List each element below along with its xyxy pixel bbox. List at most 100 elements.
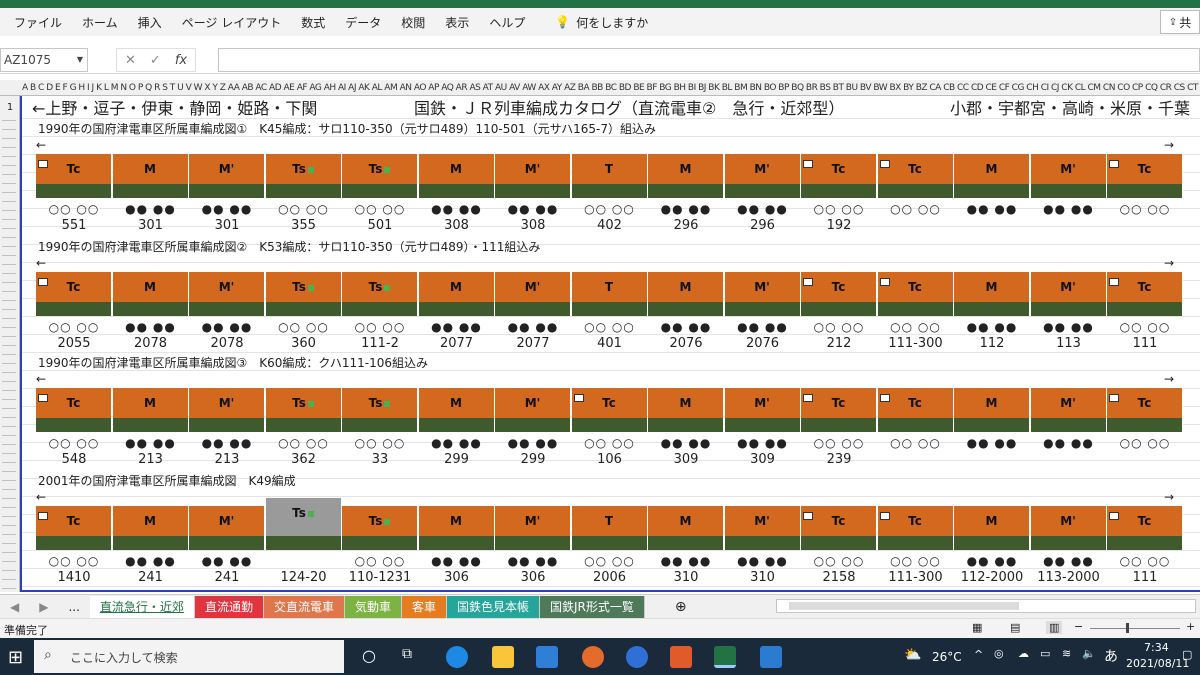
row-header[interactable]: 1	[0, 96, 20, 592]
volume-icon[interactable]: 🔈	[1082, 647, 1096, 660]
car-number[interactable]: 301	[189, 218, 265, 233]
car-number[interactable]: 2076	[725, 336, 801, 351]
car-number[interactable]: 2078	[189, 336, 265, 351]
sheet-tab[interactable]: 交直流電車	[263, 595, 345, 618]
car-number[interactable]: 2158	[801, 570, 877, 585]
formula-input[interactable]	[218, 48, 1200, 72]
horizontal-scrollbar[interactable]	[776, 599, 1196, 613]
add-sheet-icon[interactable]: ⊕	[665, 596, 697, 618]
zoom-in-icon[interactable]: +	[1186, 620, 1195, 633]
battery-icon[interactable]: ▭	[1040, 647, 1050, 660]
tab-scroll-right[interactable]: ▶	[29, 596, 58, 618]
excel-icon[interactable]	[714, 646, 736, 668]
sheet-tab[interactable]: 気動車	[344, 595, 402, 618]
car-number[interactable]: 551	[36, 218, 112, 233]
car-number[interactable]: 306	[495, 570, 571, 585]
tell-me-box[interactable]: 💡 何をしますか	[555, 14, 648, 31]
menu-insert[interactable]: 挿入	[128, 14, 172, 31]
car-number[interactable]: 360	[266, 336, 342, 351]
menu-file[interactable]: ファイル	[4, 14, 72, 31]
car-number[interactable]: 2055	[36, 336, 112, 351]
cortana-icon[interactable]: ○	[362, 646, 376, 665]
media-icon[interactable]	[670, 646, 692, 668]
zoom-thumb[interactable]	[1126, 623, 1129, 633]
page-break-view-icon[interactable]: ▥	[1046, 621, 1063, 634]
tab-scroll-left[interactable]: ◀	[0, 596, 29, 618]
column-header[interactable]: A B C D E F G H I J K L M N O P Q R S T …	[0, 80, 1200, 96]
share-button[interactable]: ⇪ 共	[1160, 10, 1200, 34]
menu-formulas[interactable]: 数式	[291, 14, 335, 31]
sheet-tab[interactable]: 直流通勤	[194, 595, 264, 618]
car-number[interactable]: 501	[342, 218, 418, 233]
car-number[interactable]: 2076	[648, 336, 724, 351]
worksheet-grid[interactable]: ←上野・逗子・伊東・静岡・姫路・下関 国鉄・ＪＲ列車編成カタログ（直流電車② 急…	[20, 96, 1200, 592]
cancel-icon[interactable]: ✕	[125, 53, 136, 68]
menu-view[interactable]: 表示	[435, 14, 479, 31]
menu-home[interactable]: ホーム	[72, 14, 128, 31]
car-number[interactable]: 2077	[495, 336, 571, 351]
sheet-tab[interactable]: 客車	[401, 595, 447, 618]
car-number[interactable]: 112-2000	[954, 570, 1030, 585]
cloud-icon[interactable]: ☁	[1018, 647, 1029, 660]
enter-icon[interactable]: ✓	[150, 53, 161, 68]
at-mail-icon[interactable]	[626, 646, 648, 668]
car-number[interactable]: 124-20	[266, 570, 342, 585]
clock-time[interactable]: 7:34	[1144, 641, 1169, 654]
car-number[interactable]: 113-2000	[1031, 570, 1107, 585]
task-view-icon[interactable]: ⧉	[402, 646, 412, 662]
taskbar-search-box[interactable]: ⌕ ここに入力して検索	[34, 640, 344, 673]
car-number[interactable]: 111-300	[878, 570, 954, 585]
car-number[interactable]: 362	[266, 452, 342, 467]
car-number[interactable]: 110-1231	[342, 570, 418, 585]
sheet-tab[interactable]: 国鉄色見本帳	[447, 595, 541, 618]
weather-icon[interactable]: ⛅	[904, 647, 921, 663]
tab-more[interactable]: ...	[58, 596, 89, 618]
edge-icon[interactable]	[446, 646, 468, 668]
name-box[interactable]: AZ1075 ▼	[0, 48, 88, 72]
tray-up-icon[interactable]: ^	[974, 648, 983, 661]
car-number[interactable]: 111	[1107, 336, 1183, 351]
photos-icon[interactable]	[760, 646, 782, 668]
car-number[interactable]: 401	[572, 336, 648, 351]
menu-help[interactable]: ヘルプ	[479, 14, 535, 31]
car-number[interactable]: 296	[725, 218, 801, 233]
car-number[interactable]: 213	[113, 452, 189, 467]
windows-start-icon[interactable]: ⊞	[8, 647, 23, 668]
car-number[interactable]: 33	[342, 452, 418, 467]
sheet-tab[interactable]: 国鉄JR形式一覧	[540, 595, 645, 618]
scrollbar-thumb[interactable]	[789, 602, 1019, 610]
menu-data[interactable]: データ	[335, 14, 391, 31]
car-number[interactable]: 112	[954, 336, 1030, 351]
car-number[interactable]: 309	[725, 452, 801, 467]
page-layout-view-icon[interactable]: ▤	[1010, 621, 1020, 634]
car-number[interactable]: 241	[113, 570, 189, 585]
car-number[interactable]: 192	[801, 218, 877, 233]
menu-review[interactable]: 校閲	[391, 14, 435, 31]
car-number[interactable]: 306	[419, 570, 495, 585]
app-icon[interactable]	[582, 646, 604, 668]
car-number[interactable]: 113	[1031, 336, 1107, 351]
car-number[interactable]: 106	[572, 452, 648, 467]
network-icon[interactable]: ◎	[994, 647, 1004, 660]
car-number[interactable]: 241	[189, 570, 265, 585]
car-number[interactable]: 111-2	[342, 336, 418, 351]
car-number[interactable]: 310	[648, 570, 724, 585]
car-number[interactable]: 299	[419, 452, 495, 467]
notification-icon[interactable]: ▢	[1182, 648, 1192, 661]
row-number-1[interactable]: 1	[0, 102, 20, 113]
car-number[interactable]: 299	[495, 452, 571, 467]
car-number[interactable]: 213	[189, 452, 265, 467]
mail-icon[interactable]	[536, 646, 558, 668]
clock-date[interactable]: 2021/08/11	[1126, 657, 1189, 670]
car-number[interactable]: 111-300	[878, 336, 954, 351]
file-explorer-icon[interactable]	[492, 646, 514, 668]
car-number[interactable]: 308	[419, 218, 495, 233]
car-number[interactable]: 402	[572, 218, 648, 233]
car-number[interactable]: 301	[113, 218, 189, 233]
car-number[interactable]: 355	[266, 218, 342, 233]
car-number[interactable]: 2078	[113, 336, 189, 351]
normal-view-icon[interactable]: ▦	[972, 621, 982, 634]
car-number[interactable]: 2077	[419, 336, 495, 351]
sheet-tab[interactable]: 直流急行・近郊	[89, 595, 195, 618]
insert-function-icon[interactable]: fx	[175, 53, 187, 68]
